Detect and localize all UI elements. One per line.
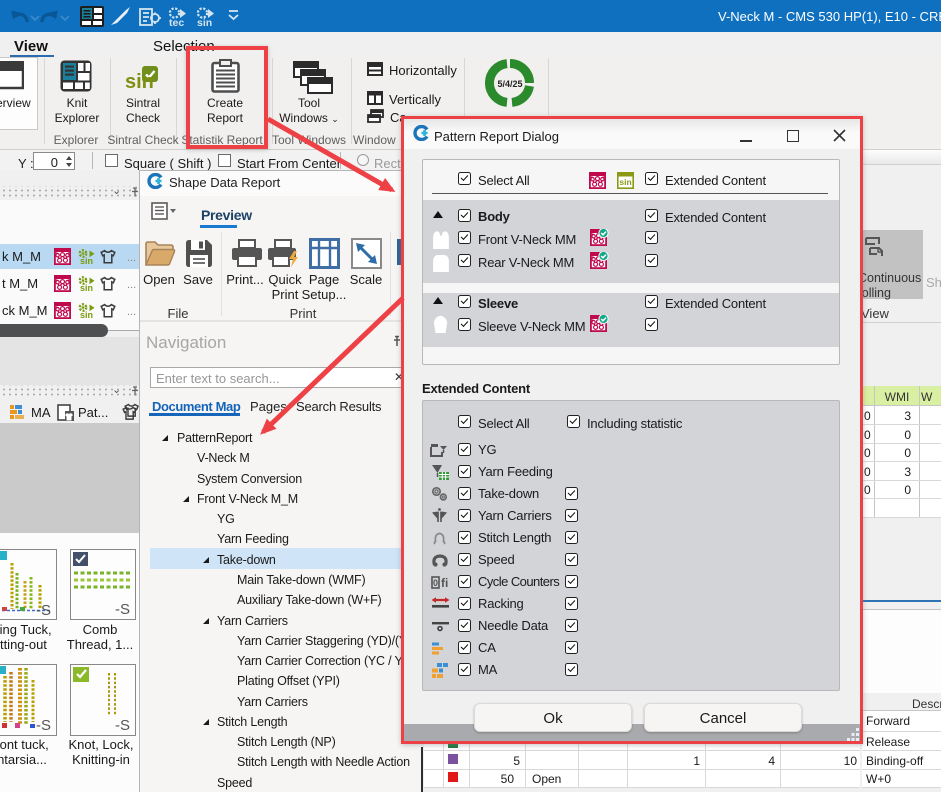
svg-text:5/4/25: 5/4/25 (497, 79, 522, 89)
svg-text:fi: fi (441, 576, 448, 590)
svg-text:sin: sin (619, 177, 631, 187)
svg-text:0: 0 (433, 578, 438, 588)
